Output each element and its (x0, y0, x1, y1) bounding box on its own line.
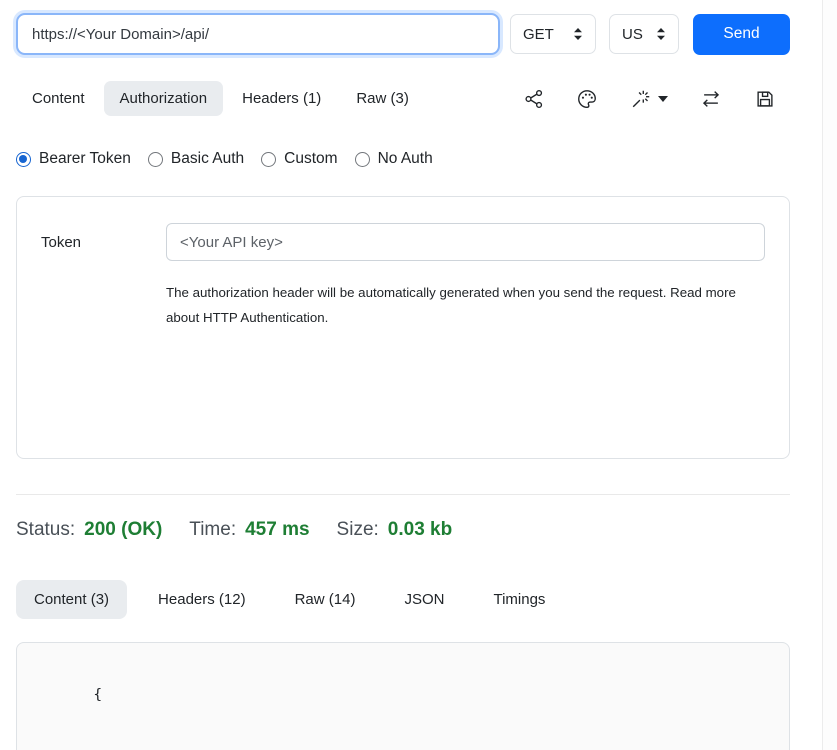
token-help-text: The authorization header will be automat… (166, 280, 765, 330)
radio-custom[interactable]: Custom (261, 150, 337, 168)
section-divider (16, 494, 790, 495)
token-input[interactable] (166, 223, 765, 261)
send-button[interactable]: Send (693, 14, 790, 55)
radio-circle-icon (148, 152, 163, 167)
time-label: Time: (189, 516, 236, 543)
size-value: 0.03 kb (388, 516, 452, 543)
request-bar: GET US Send (16, 13, 790, 55)
tab-headers[interactable]: Headers (1) (226, 81, 337, 116)
radio-basic-auth[interactable]: Basic Auth (148, 150, 244, 168)
tab-response-timings[interactable]: Timings (475, 580, 563, 619)
method-select[interactable]: GET (510, 14, 596, 54)
tab-response-json[interactable]: JSON (386, 580, 462, 619)
tab-response-raw[interactable]: Raw (14) (277, 580, 374, 619)
code-line: "message": "API running." (41, 733, 765, 750)
response-status-row: Status: 200 (OK) Time: 457 ms Size: 0.03… (16, 516, 790, 543)
palette-icon[interactable] (576, 88, 598, 110)
region-select[interactable]: US (609, 14, 679, 54)
tab-authorization[interactable]: Authorization (104, 81, 224, 116)
status-value: 200 (OK) (84, 516, 162, 543)
auth-type-options: Bearer Token Basic Auth Custom No Auth (16, 150, 790, 168)
url-input[interactable] (16, 13, 500, 55)
request-tabs: Content Authorization Headers (1) Raw (3… (16, 81, 428, 116)
stepper-arrows-icon (656, 27, 666, 41)
code-line: { (41, 658, 765, 733)
status-label: Status: (16, 516, 75, 543)
region-select-value: US (622, 26, 643, 43)
method-select-value: GET (523, 26, 554, 43)
share-icon[interactable] (523, 88, 545, 110)
token-label: Token (41, 234, 166, 251)
magic-wand-icon[interactable] (629, 88, 668, 110)
response-body-panel: { "message": "API running." } (16, 642, 790, 750)
radio-circle-icon (261, 152, 276, 167)
swap-arrows-icon[interactable] (699, 88, 723, 110)
radio-circle-icon (16, 152, 31, 167)
time-value: 457 ms (245, 516, 309, 543)
toolbar-icons (523, 88, 790, 110)
tab-response-content[interactable]: Content (3) (16, 580, 127, 619)
scrollbar[interactable] (822, 0, 837, 750)
chevron-down-icon (658, 96, 668, 102)
radio-no-auth[interactable]: No Auth (355, 150, 433, 168)
request-tabs-row: Content Authorization Headers (1) Raw (3… (16, 81, 790, 116)
tab-content[interactable]: Content (16, 81, 101, 116)
tab-raw[interactable]: Raw (3) (340, 81, 425, 116)
tab-response-headers[interactable]: Headers (12) (140, 580, 264, 619)
response-tabs: Content (3) Headers (12) Raw (14) JSON T… (16, 580, 790, 619)
stepper-arrows-icon (573, 27, 583, 41)
radio-circle-icon (355, 152, 370, 167)
token-panel: Token The authorization header will be a… (16, 196, 790, 459)
size-label: Size: (337, 516, 379, 543)
save-icon[interactable] (754, 88, 776, 110)
api-tester-page: GET US Send Content Authorization Header… (0, 13, 822, 750)
radio-bearer-token[interactable]: Bearer Token (16, 150, 131, 168)
